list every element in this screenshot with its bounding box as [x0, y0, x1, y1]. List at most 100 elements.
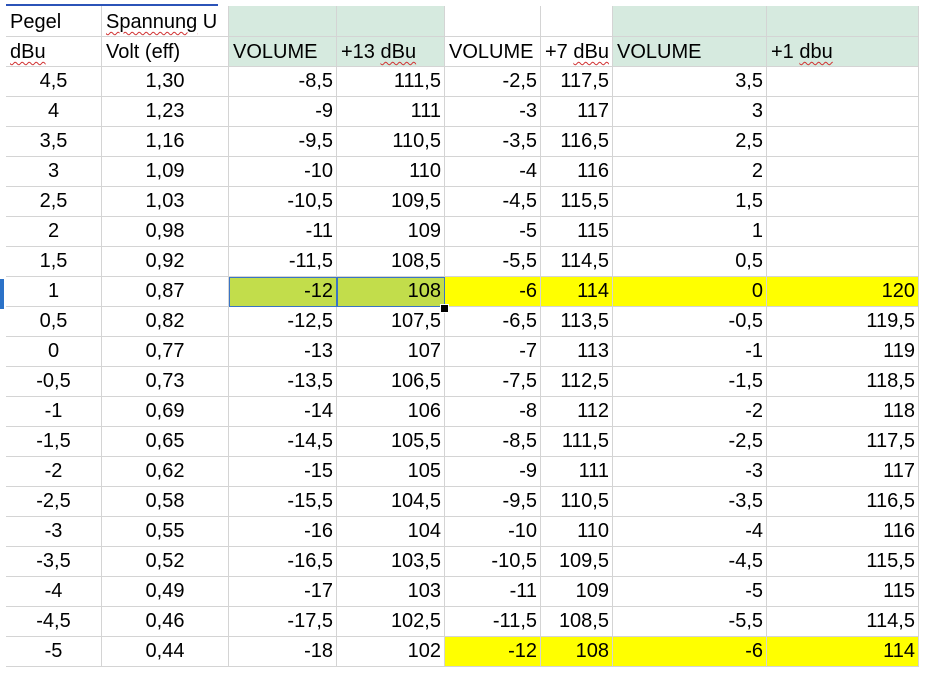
header-cell[interactable]	[767, 6, 919, 37]
table-cell[interactable]: 102,5	[337, 607, 445, 637]
table-cell[interactable]: 0,82	[102, 307, 229, 337]
table-cell[interactable]: 110	[337, 157, 445, 187]
column-header[interactable]: Volt (eff)	[102, 37, 229, 67]
table-cell[interactable]	[767, 217, 919, 247]
table-cell[interactable]: -9,5	[229, 127, 337, 157]
table-cell[interactable]: 113	[541, 337, 613, 367]
table-cell[interactable]: -5	[6, 637, 102, 667]
table-cell[interactable]: -8,5	[445, 427, 541, 457]
table-cell[interactable]: 0,92	[102, 247, 229, 277]
table-cell[interactable]: -13	[229, 337, 337, 367]
table-cell[interactable]: -11,5	[229, 247, 337, 277]
table-cell[interactable]: -12,5	[229, 307, 337, 337]
table-cell[interactable]: 119	[767, 337, 919, 367]
table-cell[interactable]: 1,16	[102, 127, 229, 157]
table-cell[interactable]: -5,5	[445, 247, 541, 277]
table-cell[interactable]: -3	[613, 457, 767, 487]
table-cell[interactable]: 114	[767, 637, 919, 667]
table-cell[interactable]: -3,5	[6, 547, 102, 577]
table-cell[interactable]: 114,5	[541, 247, 613, 277]
table-cell[interactable]	[767, 247, 919, 277]
table-cell[interactable]: -17	[229, 577, 337, 607]
table-cell[interactable]: 0,44	[102, 637, 229, 667]
table-cell[interactable]: 112,5	[541, 367, 613, 397]
table-cell[interactable]: 1,03	[102, 187, 229, 217]
table-cell[interactable]: -3,5	[613, 487, 767, 517]
table-cell[interactable]: 107,5	[337, 307, 445, 337]
table-cell[interactable]: 0,49	[102, 577, 229, 607]
table-cell[interactable]: 115	[541, 217, 613, 247]
table-cell[interactable]: -7,5	[445, 367, 541, 397]
table-cell[interactable]: 106,5	[337, 367, 445, 397]
table-cell[interactable]: -8	[445, 397, 541, 427]
table-cell[interactable]: 0,52	[102, 547, 229, 577]
table-cell[interactable]: -14	[229, 397, 337, 427]
table-cell[interactable]: 117	[767, 457, 919, 487]
table-cell[interactable]: 110,5	[541, 487, 613, 517]
table-cell[interactable]: 105	[337, 457, 445, 487]
table-cell[interactable]: -0,5	[613, 307, 767, 337]
column-header[interactable]: dBu	[6, 37, 102, 67]
table-cell[interactable]: 0,46	[102, 607, 229, 637]
table-cell[interactable]: 4,5	[6, 67, 102, 97]
header-cell[interactable]	[337, 6, 445, 37]
table-cell[interactable]: 2	[6, 217, 102, 247]
table-cell[interactable]: 0,58	[102, 487, 229, 517]
table-cell[interactable]: -17,5	[229, 607, 337, 637]
table-cell[interactable]: -3,5	[445, 127, 541, 157]
table-cell[interactable]: -3	[445, 97, 541, 127]
table-cell[interactable]: -5	[445, 217, 541, 247]
table-cell[interactable]: -4	[6, 577, 102, 607]
table-cell[interactable]: 0,98	[102, 217, 229, 247]
table-cell[interactable]: -9	[445, 457, 541, 487]
table-cell[interactable]: -11,5	[445, 607, 541, 637]
table-cell[interactable]: -18	[229, 637, 337, 667]
table-cell[interactable]: -8,5	[229, 67, 337, 97]
header-cell[interactable]	[541, 6, 613, 37]
table-cell[interactable]: 0,5	[6, 307, 102, 337]
table-cell[interactable]	[767, 157, 919, 187]
table-cell[interactable]: 108,5	[337, 247, 445, 277]
table-cell[interactable]: 2,5	[6, 187, 102, 217]
table-cell[interactable]: 109,5	[337, 187, 445, 217]
table-cell[interactable]: 1	[613, 217, 767, 247]
table-cell[interactable]: 111	[337, 97, 445, 127]
table-cell[interactable]: 3,5	[613, 67, 767, 97]
table-cell[interactable]: 117,5	[541, 67, 613, 97]
table-cell[interactable]: -4,5	[613, 547, 767, 577]
table-cell[interactable]: -15	[229, 457, 337, 487]
table-cell[interactable]: 113,5	[541, 307, 613, 337]
table-cell[interactable]: 0	[613, 277, 767, 307]
table-cell[interactable]: 2	[613, 157, 767, 187]
table-cell[interactable]: 104,5	[337, 487, 445, 517]
table-cell[interactable]: -6,5	[445, 307, 541, 337]
table-cell[interactable]: 115	[767, 577, 919, 607]
table-cell[interactable]: -2	[6, 457, 102, 487]
table-cell[interactable]: 118,5	[767, 367, 919, 397]
table-cell[interactable]: 119,5	[767, 307, 919, 337]
table-cell[interactable]: 0,62	[102, 457, 229, 487]
table-cell[interactable]: -4	[613, 517, 767, 547]
table-cell[interactable]: -4	[445, 157, 541, 187]
table-cell[interactable]: 110	[541, 517, 613, 547]
table-cell[interactable]: -2,5	[6, 487, 102, 517]
table-cell[interactable]: 1,09	[102, 157, 229, 187]
table-cell[interactable]: 0,5	[613, 247, 767, 277]
table-cell[interactable]: 109,5	[541, 547, 613, 577]
table-cell[interactable]: 3	[6, 157, 102, 187]
table-cell[interactable]: 0	[6, 337, 102, 367]
table-cell[interactable]: 4	[6, 97, 102, 127]
table-cell[interactable]: 1	[6, 277, 102, 307]
table-cell[interactable]: 114	[541, 277, 613, 307]
table-cell[interactable]: 115,5	[767, 547, 919, 577]
table-cell[interactable]: 102	[337, 637, 445, 667]
table-cell[interactable]: 107	[337, 337, 445, 367]
table-cell[interactable]: 103,5	[337, 547, 445, 577]
table-cell[interactable]: -13,5	[229, 367, 337, 397]
table-cell[interactable]: -10	[445, 517, 541, 547]
table-cell[interactable]: 111,5	[541, 427, 613, 457]
table-cell[interactable]: 0,73	[102, 367, 229, 397]
table-cell[interactable]: -12	[445, 637, 541, 667]
table-cell[interactable]: 0,65	[102, 427, 229, 457]
table-cell[interactable]: -6	[445, 277, 541, 307]
